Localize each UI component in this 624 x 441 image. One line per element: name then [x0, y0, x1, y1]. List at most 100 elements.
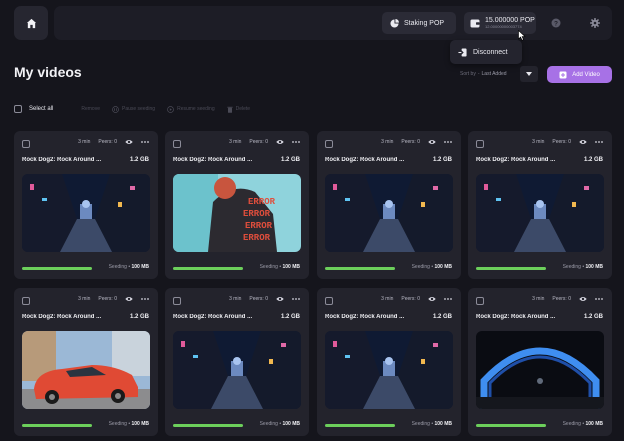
video-peers: Peers: 0: [401, 139, 420, 145]
selection-toolbar: Select all Remove Pause seeding Resume s…: [14, 103, 262, 115]
remove-action[interactable]: Remove: [81, 106, 100, 112]
video-duration: 3 min: [78, 296, 91, 302]
more-options-icon[interactable]: [141, 298, 149, 300]
seed-status: Seeding • 100 MB: [411, 421, 452, 427]
seed-progress-bar: [173, 267, 243, 270]
eye-icon[interactable]: [125, 296, 133, 302]
video-title: Rock Dog2: Rock Around ...: [173, 314, 253, 320]
eye-icon[interactable]: [428, 139, 436, 145]
error-text: ERROR: [248, 197, 276, 207]
trash-icon: [226, 106, 233, 113]
eye-icon[interactable]: [579, 139, 587, 145]
video-title: Rock Dog2: Rock Around ...: [22, 314, 102, 320]
svg-text:?: ?: [554, 20, 558, 27]
video-card[interactable]: 3 min Peers: 0 Rock Dog2: Rock Around ..…: [468, 131, 612, 279]
video-checkbox[interactable]: [22, 140, 30, 148]
more-options-icon[interactable]: [141, 141, 149, 143]
add-video-label: Add Video: [572, 71, 600, 78]
video-peers: Peers: 0: [552, 139, 571, 145]
gear-icon: [590, 18, 600, 28]
more-options-icon[interactable]: [595, 298, 603, 300]
video-checkbox[interactable]: [476, 140, 484, 148]
sort-dropdown-button[interactable]: [520, 66, 538, 82]
video-checkbox[interactable]: [325, 297, 333, 305]
home-button[interactable]: [14, 6, 48, 40]
seed-progress-bar: [476, 267, 546, 270]
logout-icon: [458, 47, 467, 57]
video-size: 1.2 GB: [583, 157, 603, 163]
video-checkbox[interactable]: [476, 297, 484, 305]
video-duration: 3 min: [229, 139, 242, 145]
video-peers: Peers: 0: [249, 139, 268, 145]
video-thumbnail[interactable]: [476, 331, 604, 409]
seed-status: Seeding • 100 MB: [562, 264, 603, 270]
video-peers: Peers: 0: [98, 139, 117, 145]
video-card[interactable]: 3 min Peers: 0 Rock Dog2: Rock Around ..…: [317, 288, 461, 436]
seed-progress-bar: [325, 267, 395, 270]
video-peers: Peers: 0: [98, 296, 117, 302]
add-video-icon: [559, 71, 567, 78]
eye-icon[interactable]: [125, 139, 133, 145]
play-icon: [167, 105, 174, 113]
select-all-label: Select all: [29, 106, 54, 112]
video-card[interactable]: 3 min Peers: 0 Rock Dog2: Rock Around ..…: [14, 131, 158, 279]
eye-icon[interactable]: [579, 296, 587, 302]
settings-button[interactable]: [588, 16, 602, 30]
video-thumbnail[interactable]: ERROR ERROR ERROR ERROR: [173, 174, 301, 252]
seed-status: Seeding • 100 MB: [562, 421, 603, 427]
video-thumbnail[interactable]: [476, 174, 604, 252]
video-size: 1.2 GB: [280, 314, 300, 320]
video-thumbnail[interactable]: [325, 174, 453, 252]
video-thumbnail[interactable]: [325, 331, 453, 409]
video-card[interactable]: 3 min Peers: 0 Rock Dog2: Rock Around ..…: [317, 131, 461, 279]
select-all-checkbox[interactable]: [14, 105, 22, 113]
svg-text:ERROR: ERROR: [243, 233, 271, 243]
pause-icon: [112, 105, 119, 113]
video-duration: 3 min: [381, 139, 394, 145]
sort-value: Last Added: [481, 71, 507, 77]
seed-status: Seeding • 100 MB: [108, 264, 149, 270]
help-icon: ?: [551, 18, 561, 28]
video-duration: 3 min: [229, 296, 242, 302]
video-checkbox[interactable]: [22, 297, 30, 305]
video-size: 1.2 GB: [129, 314, 149, 320]
video-size: 1.2 GB: [583, 314, 603, 320]
help-button[interactable]: ?: [549, 16, 563, 30]
svg-text:ERROR: ERROR: [245, 221, 273, 231]
video-checkbox[interactable]: [325, 140, 333, 148]
video-card[interactable]: 3 min Peers: 0 Rock Dog2: Rock Around ..…: [468, 288, 612, 436]
more-options-icon[interactable]: [444, 141, 452, 143]
video-thumbnail[interactable]: [22, 331, 150, 409]
add-video-button[interactable]: Add Video: [547, 66, 612, 83]
video-thumbnail[interactable]: [173, 331, 301, 409]
pause-seeding-action[interactable]: Pause seeding: [112, 105, 155, 113]
resume-seeding-action[interactable]: Resume seeding: [167, 105, 215, 113]
more-options-icon[interactable]: [292, 141, 300, 143]
more-options-icon[interactable]: [292, 298, 300, 300]
delete-action[interactable]: Delete: [226, 106, 250, 113]
eye-icon[interactable]: [276, 296, 284, 302]
video-duration: 3 min: [532, 139, 545, 145]
wallet-balance-sub: 12.00000000003774: [485, 23, 522, 29]
video-checkbox[interactable]: [173, 140, 181, 148]
video-checkbox[interactable]: [173, 297, 181, 305]
video-card[interactable]: 3 min Peers: 0 Rock Dog2: Rock Around ..…: [165, 288, 309, 436]
disconnect-button[interactable]: Disconnect: [473, 49, 508, 56]
video-card[interactable]: 3 min Peers: 0 Rock Dog2: Rock Around ..…: [165, 131, 309, 279]
video-title: Rock Dog2: Rock Around ...: [476, 314, 556, 320]
chevron-down-icon: [526, 72, 532, 76]
select-all[interactable]: Select all: [14, 105, 53, 113]
video-card[interactable]: 3 min Peers: 0 Rock Dog2: Rock Around ..…: [14, 288, 158, 436]
seed-progress-bar: [325, 424, 395, 427]
eye-icon[interactable]: [428, 296, 436, 302]
more-options-icon[interactable]: [595, 141, 603, 143]
pie-chart-icon: [390, 18, 399, 28]
staking-pop-button[interactable]: Staking POP: [382, 12, 456, 34]
seed-progress-bar: [22, 424, 92, 427]
video-peers: Peers: 0: [401, 296, 420, 302]
video-thumbnail[interactable]: [22, 174, 150, 252]
eye-icon[interactable]: [276, 139, 284, 145]
video-peers: Peers: 0: [249, 296, 268, 302]
wallet-dropdown: Disconnect: [450, 40, 522, 64]
more-options-icon[interactable]: [444, 298, 452, 300]
